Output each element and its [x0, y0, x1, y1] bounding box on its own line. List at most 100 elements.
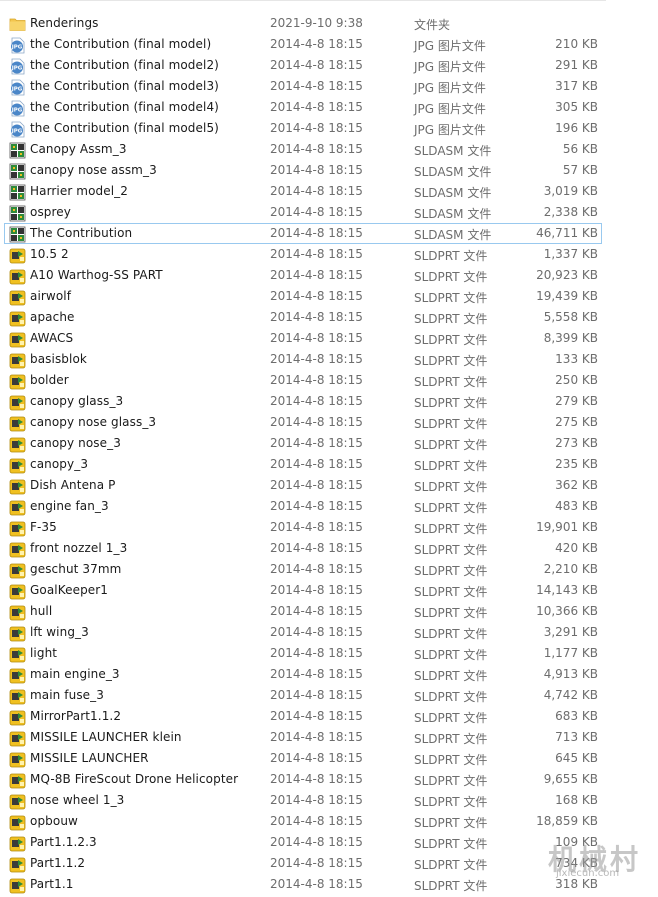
file-name: the Contribution (final model3) — [30, 79, 219, 93]
file-row[interactable]: canopy nose assm_3 2014-4-8 18:15 SLDASM 文… — [4, 160, 602, 181]
file-date-modified: 2014-4-8 18:15 — [270, 394, 363, 408]
file-date-modified: 2014-4-8 18:15 — [270, 457, 363, 471]
file-type: SLDPRT 文件 — [414, 606, 488, 620]
file-row[interactable]: nose wheel 1_3 2014-4-8 18:15 SLDPRT 文件 168… — [4, 790, 602, 811]
file-row[interactable]: A10 Warthog-SS PART 2014-4-8 18:15 SLDPRT … — [4, 265, 602, 286]
file-type: SLDPRT 文件 — [414, 858, 488, 872]
file-row[interactable]: Harrier model_2 2014-4-8 18:15 SLDASM 文件 3,… — [4, 181, 602, 202]
file-row[interactable]: lft wing_3 2014-4-8 18:15 SLDPRT 文件 3,291 K… — [4, 622, 602, 643]
file-size: 56 KB — [562, 142, 598, 156]
file-size: 291 KB — [555, 58, 598, 72]
file-row[interactable]: main engine_3 2014-4-8 18:15 SLDPRT 文件 4,91… — [4, 664, 602, 685]
part-file-icon — [9, 247, 26, 264]
file-date-modified: 2014-4-8 18:15 — [270, 142, 363, 156]
file-size: 305 KB — [555, 100, 598, 114]
file-row[interactable]: canopy_3 2014-4-8 18:15 SLDPRT 文件 235 KB — [4, 454, 602, 475]
file-row[interactable]: MISSILE LAUNCHER klein 2014-4-8 18:15 SLDP… — [4, 727, 602, 748]
part-file-icon — [9, 835, 26, 852]
file-row[interactable]: JPG the Contribution (final model3) 2014-4… — [4, 76, 602, 97]
part-file-icon — [9, 499, 26, 516]
file-type: SLDPRT 文件 — [414, 438, 488, 452]
file-name: MQ-8B FireScout Drone Helicopter — [30, 772, 239, 786]
file-row[interactable]: canopy glass_3 2014-4-8 18:15 SLDPRT 文件 279… — [4, 391, 602, 412]
file-type: SLDPRT 文件 — [414, 627, 488, 641]
file-row[interactable]: main fuse_3 2014-4-8 18:15 SLDPRT 文件 4,742 … — [4, 685, 602, 706]
file-type: SLDASM 文件 — [414, 207, 492, 221]
watermark-url: jixiecun.com — [556, 868, 620, 879]
file-row[interactable]: Renderings 2021-9-10 9:38 文件夹 — [4, 13, 602, 34]
file-name: engine fan_3 — [30, 499, 109, 513]
file-name: light — [30, 646, 58, 660]
file-row-selected[interactable]: The Contribution 2014-4-8 18:15 SLDASM 文件 4… — [4, 223, 602, 244]
file-date-modified: 2014-4-8 18:15 — [270, 373, 363, 387]
file-row[interactable]: GoalKeeper1 2014-4-8 18:15 SLDPRT 文件 14,143… — [4, 580, 602, 601]
file-date-modified: 2014-4-8 18:15 — [270, 415, 363, 429]
part-file-icon — [9, 877, 26, 894]
file-name: Canopy Assm_3 — [30, 142, 127, 156]
file-size: 20,923 KB — [536, 268, 598, 282]
file-row[interactable]: canopy nose glass_3 2014-4-8 18:15 SLDPRT … — [4, 412, 602, 433]
part-file-icon — [9, 793, 26, 810]
file-type: SLDPRT 文件 — [414, 648, 488, 662]
file-date-modified: 2014-4-8 18:15 — [270, 37, 363, 51]
file-name: MISSILE LAUNCHER klein — [30, 730, 182, 744]
file-size: 235 KB — [555, 457, 598, 471]
folder-icon — [9, 16, 26, 33]
file-size: 57 KB — [562, 163, 598, 177]
file-row[interactable]: opbouw 2014-4-8 18:15 SLDPRT 文件 18,859 KB — [4, 811, 602, 832]
file-row[interactable]: JPG the Contribution (final model) 2014-4-… — [4, 34, 602, 55]
file-row[interactable]: airwolf 2014-4-8 18:15 SLDPRT 文件 19,439 KB — [4, 286, 602, 307]
file-date-modified: 2014-4-8 18:15 — [270, 310, 363, 324]
file-row[interactable]: JPG the Contribution (final model4) 2014-4… — [4, 97, 602, 118]
file-row[interactable]: JPG the Contribution (final model5) 2014-4… — [4, 118, 602, 139]
file-name: MirrorPart1.1.2 — [30, 709, 122, 723]
file-date-modified: 2014-4-8 18:15 — [270, 520, 363, 534]
file-row[interactable]: hull 2014-4-8 18:15 SLDPRT 文件 10,366 KB — [4, 601, 602, 622]
part-file-icon — [9, 583, 26, 600]
file-size: 420 KB — [555, 541, 598, 555]
file-row[interactable]: F-35 2014-4-8 18:15 SLDPRT 文件 19,901 KB — [4, 517, 602, 538]
file-name: Dish Antena P — [30, 478, 116, 492]
file-name: bolder — [30, 373, 69, 387]
file-row[interactable]: light 2014-4-8 18:15 SLDPRT 文件 1,177 KB — [4, 643, 602, 664]
file-type: SLDPRT 文件 — [414, 375, 488, 389]
part-file-icon — [9, 352, 26, 369]
file-date-modified: 2014-4-8 18:15 — [270, 793, 363, 807]
file-size: 713 KB — [555, 730, 598, 744]
file-row[interactable]: basisblok 2014-4-8 18:15 SLDPRT 文件 133 KB — [4, 349, 602, 370]
file-row[interactable]: bolder 2014-4-8 18:15 SLDPRT 文件 250 KB — [4, 370, 602, 391]
file-date-modified: 2014-4-8 18:15 — [270, 604, 363, 618]
file-name: Part1.1 — [30, 877, 74, 891]
file-name: airwolf — [30, 289, 72, 303]
file-row[interactable]: apache 2014-4-8 18:15 SLDPRT 文件 5,558 KB — [4, 307, 602, 328]
file-size: 133 KB — [555, 352, 598, 366]
file-type: SLDPRT 文件 — [414, 354, 488, 368]
file-name: MISSILE LAUNCHER — [30, 751, 149, 765]
file-row[interactable]: MirrorPart1.1.2 2014-4-8 18:15 SLDPRT 文件 68… — [4, 706, 602, 727]
file-row[interactable]: osprey 2014-4-8 18:15 SLDASM 文件 2,338 KB — [4, 202, 602, 223]
assembly-file-icon — [9, 163, 26, 180]
file-size: 1,337 KB — [543, 247, 598, 261]
file-row[interactable]: Part1.1.2 2014-4-8 18:15 SLDPRT 文件 734 KB — [4, 853, 602, 874]
file-type: SLDASM 文件 — [414, 165, 492, 179]
file-row[interactable]: geschut 37mm 2014-4-8 18:15 SLDPRT 文件 2,210… — [4, 559, 602, 580]
file-row[interactable]: MISSILE LAUNCHER 2014-4-8 18:15 SLDPRT 文件 6… — [4, 748, 602, 769]
file-name: AWACS — [30, 331, 74, 345]
file-row[interactable]: AWACS 2014-4-8 18:15 SLDPRT 文件 8,399 KB — [4, 328, 602, 349]
file-row[interactable]: canopy nose_3 2014-4-8 18:15 SLDPRT 文件 273 … — [4, 433, 602, 454]
file-row[interactable]: 10.5 2 2014-4-8 18:15 SLDPRT 文件 1,337 KB — [4, 244, 602, 265]
file-date-modified: 2014-4-8 18:15 — [270, 289, 363, 303]
svg-text:JPG: JPG — [11, 45, 23, 51]
part-file-icon — [9, 856, 26, 873]
file-size: 210 KB — [555, 37, 598, 51]
file-row[interactable]: JPG the Contribution (final model2) 2014-4… — [4, 55, 602, 76]
file-name: Part1.1.2.3 — [30, 835, 97, 849]
file-row[interactable]: Canopy Assm_3 2014-4-8 18:15 SLDASM 文件 56 K… — [4, 139, 602, 160]
file-date-modified: 2014-4-8 18:15 — [270, 688, 363, 702]
file-row[interactable]: MQ-8B FireScout Drone Helicopter 2014-4-8… — [4, 769, 602, 790]
file-row[interactable]: Part1.1.2.3 2014-4-8 18:15 SLDPRT 文件 109 KB — [4, 832, 602, 853]
file-type: SLDASM 文件 — [414, 144, 492, 158]
file-row[interactable]: engine fan_3 2014-4-8 18:15 SLDPRT 文件 483 K… — [4, 496, 602, 517]
file-row[interactable]: Dish Antena P 2014-4-8 18:15 SLDPRT 文件 362 … — [4, 475, 602, 496]
file-row[interactable]: front nozzel 1_3 2014-4-8 18:15 SLDPRT 文件 4… — [4, 538, 602, 559]
